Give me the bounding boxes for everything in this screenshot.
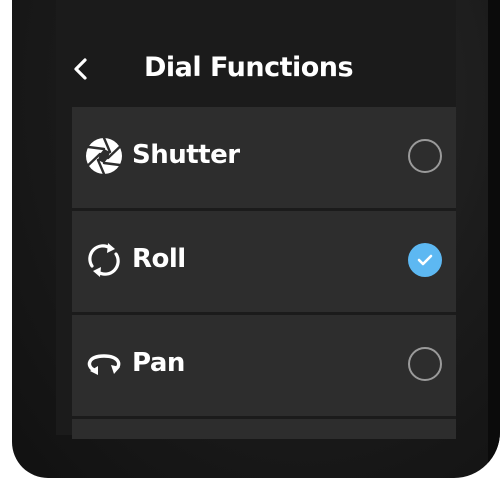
- option-label: Roll: [132, 244, 186, 274]
- list-item-partial: [72, 419, 456, 439]
- option-label: Shutter: [132, 140, 240, 170]
- roll-rotate-icon: [88, 243, 120, 277]
- aperture-icon: [86, 136, 122, 176]
- option-roll[interactable]: Roll: [72, 211, 456, 312]
- radio-button-unselected[interactable]: [408, 347, 442, 381]
- header-bar: Dial Functions: [56, 48, 456, 94]
- radio-button-unselected[interactable]: [408, 139, 442, 173]
- device-screen: Dial Functions Shutter Roll Pan: [56, 0, 456, 439]
- option-pan[interactable]: Pan: [72, 315, 456, 416]
- device-bezel: [488, 0, 500, 478]
- radio-button-selected[interactable]: [408, 243, 442, 277]
- option-shutter[interactable]: Shutter: [72, 107, 456, 208]
- chevron-left-icon[interactable]: [68, 56, 94, 82]
- photo-frame: Dial Functions Shutter Roll Pan: [0, 0, 500, 492]
- page-title: Dial Functions: [144, 52, 354, 83]
- check-icon: [417, 254, 433, 266]
- device-body: Dial Functions Shutter Roll Pan: [12, 0, 500, 478]
- pan-rotate-icon: [87, 354, 121, 375]
- option-label: Pan: [132, 348, 185, 378]
